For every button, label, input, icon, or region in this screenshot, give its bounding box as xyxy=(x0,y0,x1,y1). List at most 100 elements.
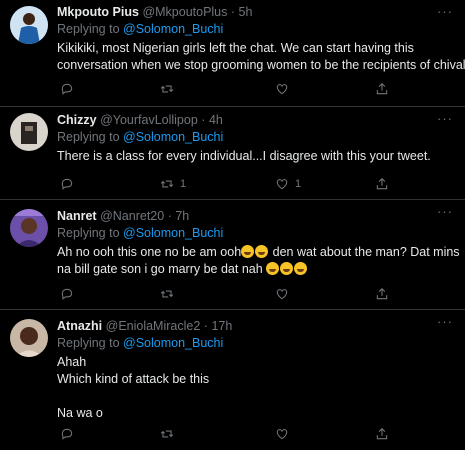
share-icon xyxy=(376,83,388,95)
heart-icon xyxy=(276,289,288,300)
share-button[interactable] xyxy=(375,82,389,96)
retweet-button[interactable] xyxy=(160,82,180,96)
tweet-text-line xyxy=(57,388,455,405)
author-handle[interactable]: @Nanret20 xyxy=(100,209,164,223)
laughing-emoji-icon xyxy=(294,262,308,275)
tweet-text-line: Kikikiki, most Nigerian girls left the c… xyxy=(57,41,414,55)
share-button[interactable] xyxy=(375,287,389,301)
timestamp[interactable]: 5h xyxy=(239,5,253,19)
reply-icon xyxy=(61,83,73,95)
tweet-actions xyxy=(57,427,397,443)
replying-to: Replying to @Solomon_Buchi xyxy=(57,225,455,241)
reply-button[interactable] xyxy=(60,82,74,96)
avatar-image xyxy=(10,113,48,151)
separator: · xyxy=(230,5,236,19)
avatar[interactable] xyxy=(10,113,48,151)
like-button[interactable] xyxy=(275,82,295,96)
tweet[interactable]: Nanret @Nanret20 · 7h Replying to @Solom… xyxy=(0,200,465,310)
retweet-icon xyxy=(160,430,174,438)
like-button[interactable] xyxy=(275,287,295,301)
retweet-button[interactable] xyxy=(160,287,180,301)
like-count: 1 xyxy=(295,178,302,190)
replying-to-label: Replying to xyxy=(57,336,120,350)
like-button[interactable]: 1 xyxy=(275,177,301,191)
replying-to: Replying to @Solomon_Buchi xyxy=(57,129,455,145)
tweet[interactable]: Chizzy @YourfavLollipop · 4h Replying to… xyxy=(0,107,465,200)
laughing-emoji-icon xyxy=(280,262,294,275)
tweet-actions xyxy=(57,82,397,98)
tweet-header: Chizzy @YourfavLollipop · 4h xyxy=(57,113,455,128)
avatar-image xyxy=(10,319,48,357)
tweet-header: Nanret @Nanret20 · 7h xyxy=(57,209,455,224)
separator: · xyxy=(201,113,206,127)
share-icon xyxy=(376,178,388,190)
author-handle[interactable]: @MkpoutoPlus xyxy=(142,5,227,19)
tweet-actions xyxy=(57,287,397,303)
tweet-header: Atnazhi @EniolaMiracle2 · 17h xyxy=(57,319,455,334)
laughing-emoji-icon xyxy=(266,262,280,275)
tweet-actions: 1 1 xyxy=(57,177,397,193)
tweet-text-segment: den wat about the man? Dat mins xyxy=(269,245,460,259)
share-icon xyxy=(376,288,388,300)
retweet-icon xyxy=(160,290,174,298)
heart-icon xyxy=(276,429,288,440)
reply-button[interactable] xyxy=(60,287,74,301)
more-options-icon[interactable]: ··· xyxy=(437,204,453,219)
avatar[interactable] xyxy=(10,209,48,247)
tweet-text: There is a class for every individual...… xyxy=(57,148,455,165)
reply-icon xyxy=(61,428,73,440)
avatar-image xyxy=(10,6,48,44)
replying-to: Replying to @Solomon_Buchi xyxy=(57,335,455,351)
replying-to-label: Replying to xyxy=(57,22,120,36)
reply-icon xyxy=(61,178,73,190)
avatar[interactable] xyxy=(10,6,48,44)
reply-button[interactable] xyxy=(60,177,74,191)
retweet-icon xyxy=(160,180,174,188)
mention-link[interactable]: @Solomon_Buchi xyxy=(123,226,223,240)
more-options-icon[interactable]: ··· xyxy=(437,4,453,19)
separator: · xyxy=(167,209,172,223)
tweet[interactable]: Atnazhi @EniolaMiracle2 · 17h Replying t… xyxy=(0,310,465,450)
author-name[interactable]: Nanret xyxy=(57,209,97,223)
share-button[interactable] xyxy=(375,177,389,191)
timestamp[interactable]: 7h xyxy=(175,209,189,223)
tweet-text-line: Ahah xyxy=(57,355,87,369)
tweet-text: Ahah Which kind of attack be this Na wa … xyxy=(57,354,455,422)
tweet-text-line: conversation when we stop grooming women… xyxy=(57,58,465,72)
more-options-icon[interactable]: ··· xyxy=(437,111,453,126)
timestamp[interactable]: 4h xyxy=(209,113,223,127)
retweet-button[interactable] xyxy=(160,427,180,441)
tweet-text-line: na bill gate son i go marry be dat nah xyxy=(57,261,455,278)
more-options-icon[interactable]: ··· xyxy=(437,314,453,329)
retweet-icon xyxy=(160,85,174,93)
author-handle[interactable]: @YourfavLollipop xyxy=(100,113,198,127)
mention-link[interactable]: @Solomon_Buchi xyxy=(123,336,223,350)
like-button[interactable] xyxy=(275,427,295,441)
author-name[interactable]: Mkpouto Pius xyxy=(57,5,139,19)
heart-icon xyxy=(276,179,288,190)
author-name[interactable]: Chizzy xyxy=(57,113,97,127)
replying-to-label: Replying to xyxy=(57,226,120,240)
separator: · xyxy=(203,319,208,333)
reply-button[interactable] xyxy=(60,427,74,441)
tweet-text-line: Na wa o xyxy=(57,406,103,420)
heart-icon xyxy=(276,84,288,95)
mention-link[interactable]: @Solomon_Buchi xyxy=(123,130,223,144)
mention-link[interactable]: @Solomon_Buchi xyxy=(123,22,223,36)
replying-to: Replying to @Solomon_Buchi xyxy=(57,21,455,37)
tweet[interactable]: Mkpouto Pius @MkpoutoPlus · 5h Replying … xyxy=(0,0,465,107)
tweet-text-line: Ah no ooh this one no be am ooh den wat … xyxy=(57,244,460,261)
laughing-emoji-icon xyxy=(241,245,255,258)
author-name[interactable]: Atnazhi xyxy=(57,319,102,333)
tweet-text-segment: Ah no ooh this one no be am ooh xyxy=(57,245,242,259)
avatar[interactable] xyxy=(10,319,48,357)
timestamp[interactable]: 17h xyxy=(211,319,232,333)
tweet-text-line: Which kind of attack be this xyxy=(57,372,210,386)
author-handle[interactable]: @EniolaMiracle2 xyxy=(106,319,201,333)
tweet-text: Ah no ooh this one no be am ooh den wat … xyxy=(57,244,460,278)
tweet-header: Mkpouto Pius @MkpoutoPlus · 5h xyxy=(57,5,455,20)
share-button[interactable] xyxy=(375,427,389,441)
retweet-button[interactable]: 1 xyxy=(160,177,186,191)
tweet-text: Kikikiki, most Nigerian girls left the c… xyxy=(57,40,465,74)
retweet-count: 1 xyxy=(180,178,187,190)
